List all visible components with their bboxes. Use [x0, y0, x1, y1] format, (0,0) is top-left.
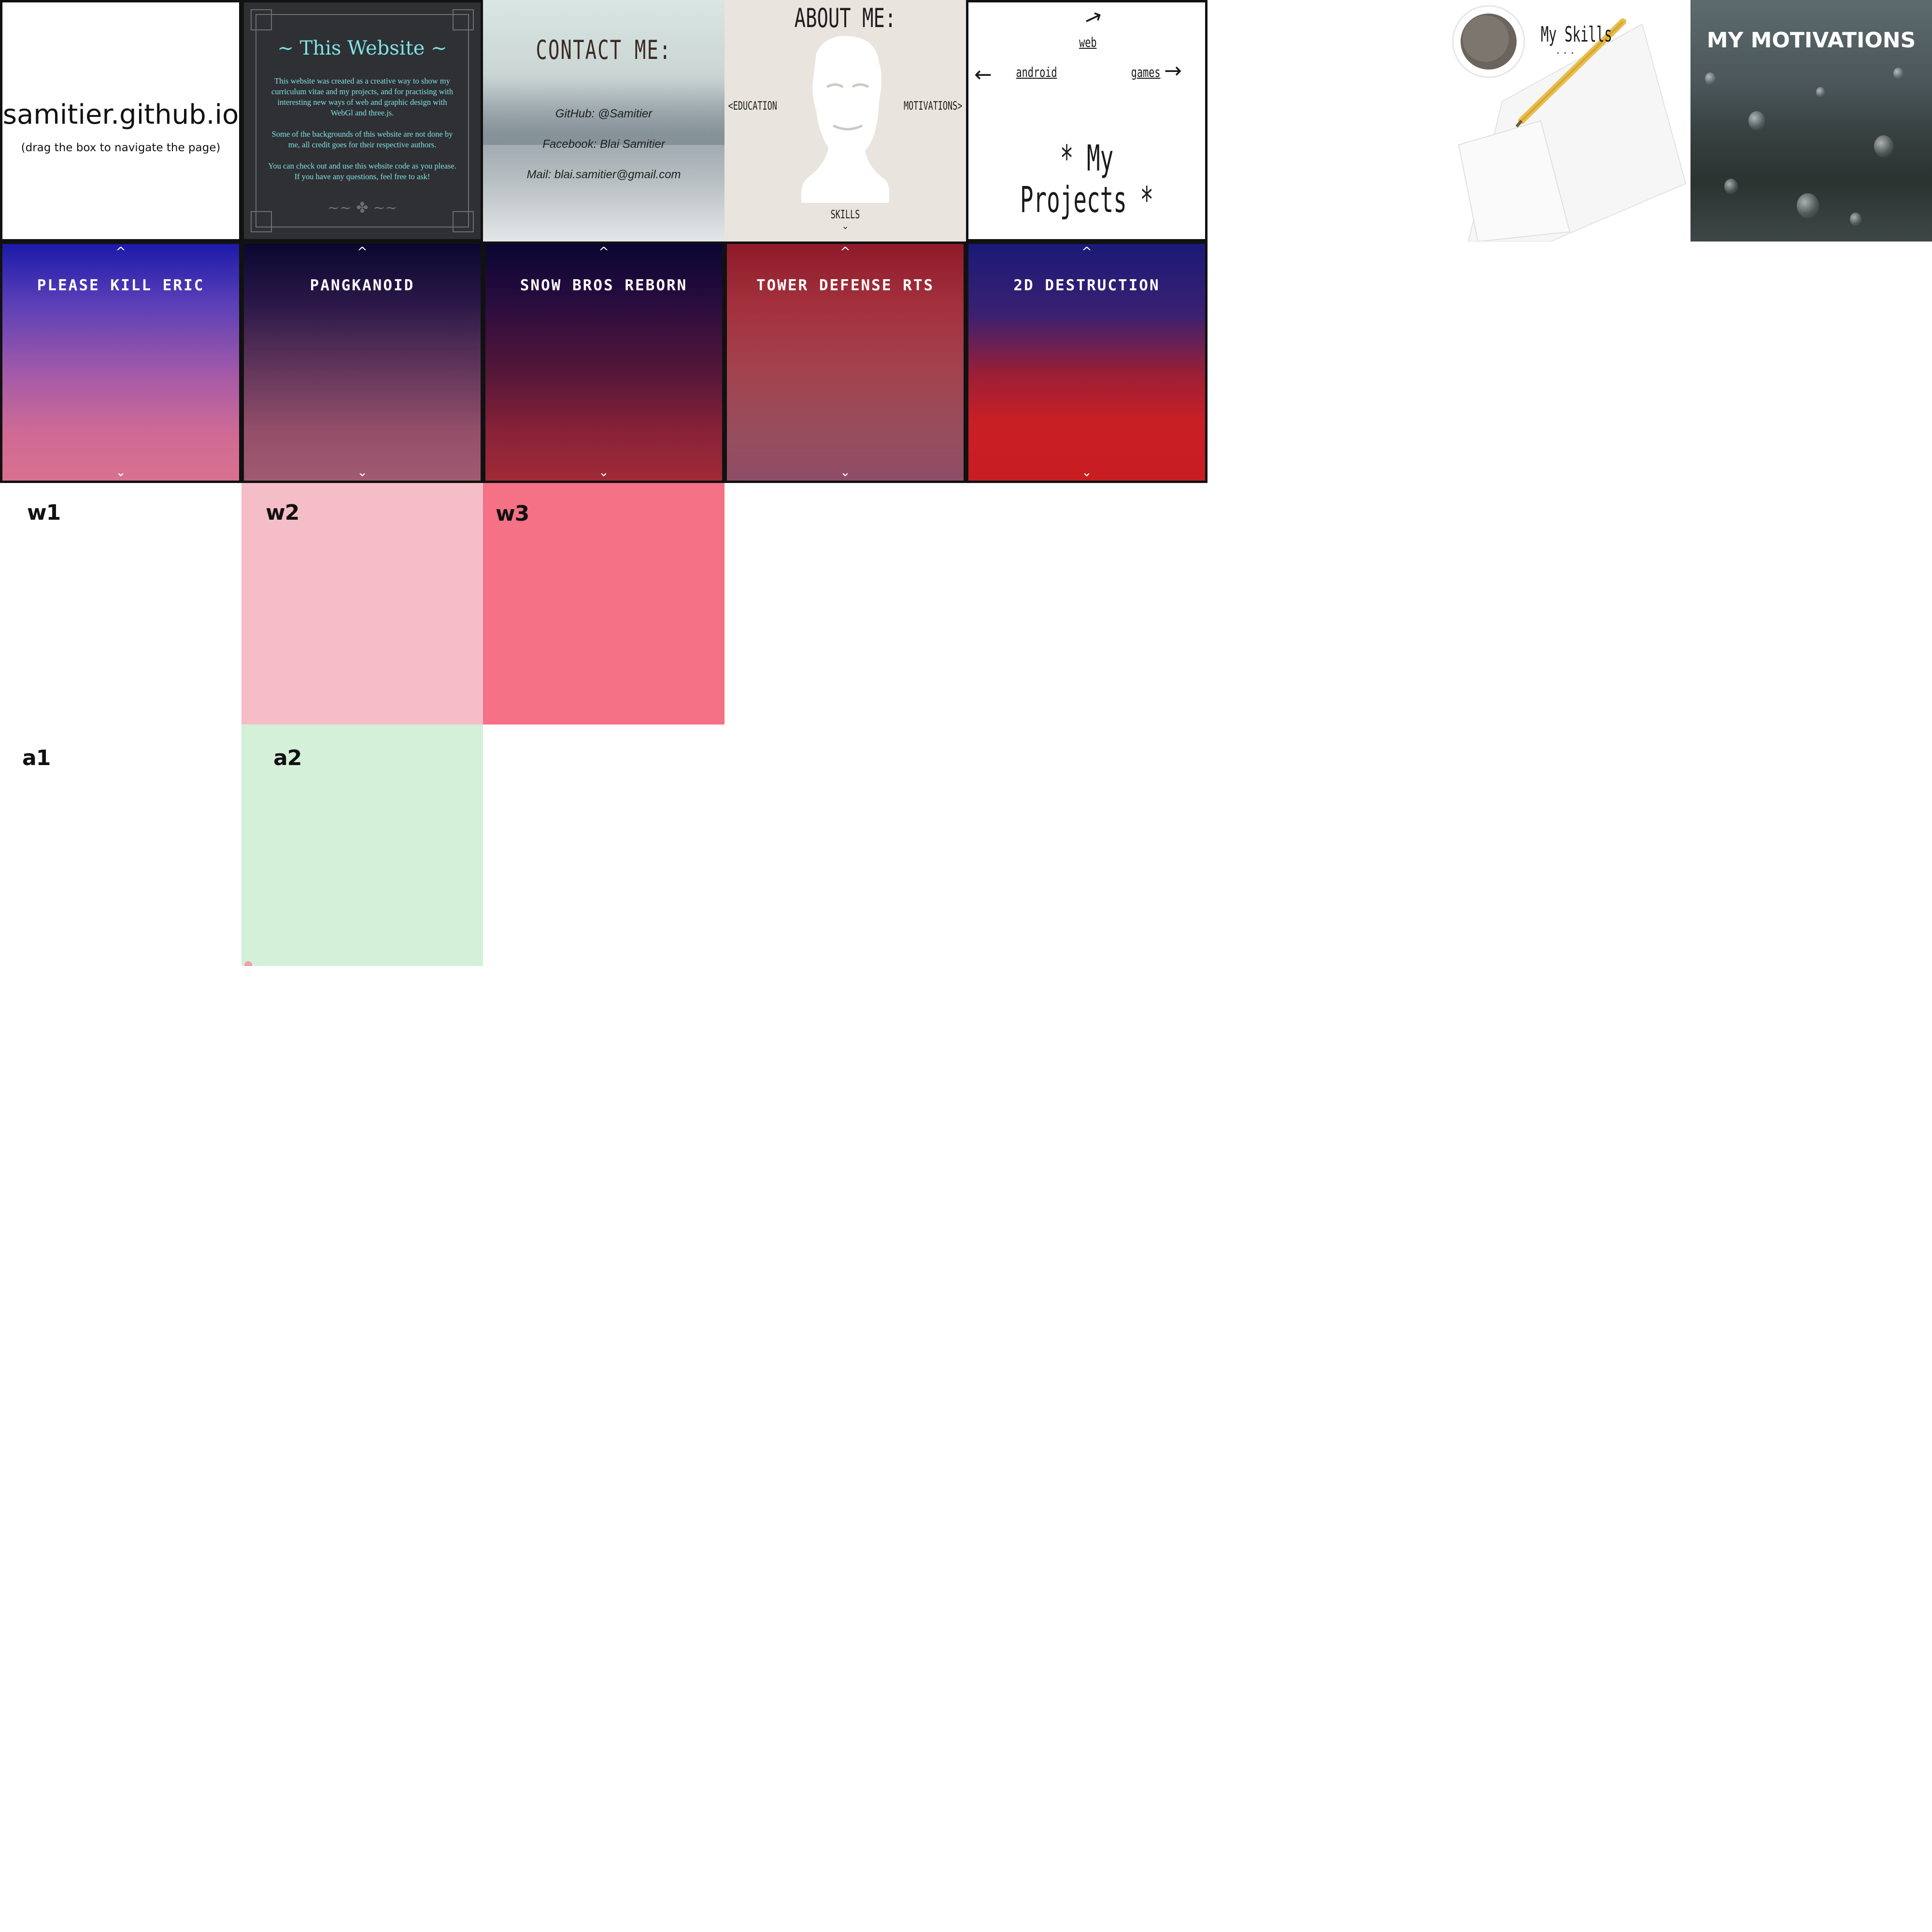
frame-corner — [453, 9, 474, 30]
raindrop — [1850, 213, 1861, 226]
chevron-down-icon[interactable]: ⌄ — [968, 466, 1205, 479]
arrow-up-icon: ↗ — [1080, 3, 1106, 32]
raindrop — [1893, 68, 1903, 79]
home-box[interactable]: samitier.github.io (drag the box to navi… — [0, 0, 242, 242]
raindrop — [1705, 72, 1716, 85]
projects-tile[interactable]: ↗ web ← android games → * My Projects * — [966, 0, 1208, 242]
skills-title: My Skills — [1541, 22, 1612, 47]
website-paragraph: Some of the backgrounds of this website … — [271, 129, 453, 149]
web-tile-3[interactable]: w3 — [483, 483, 724, 724]
raindrop — [1748, 111, 1765, 130]
website-paragraph: This website was created as a creative w… — [271, 76, 454, 117]
game-tile-2d-destruction[interactable]: ^ 2D DESTRUCTION ⌄ — [966, 242, 1208, 483]
motivations-tile[interactable]: MY MOTIVATIONS — [1690, 0, 1932, 242]
about-me-tile[interactable]: ABOUT ME: <EDUCATION MOTIVATIONS> SKILLS… — [724, 0, 966, 242]
website-description: This website was created as a creative w… — [267, 76, 457, 193]
projects-title: * My Projects * — [1020, 138, 1154, 221]
chevron-down-icon[interactable]: ⌄ — [244, 466, 481, 479]
facebook-link[interactable]: Facebook: Blai Samitier — [483, 138, 724, 151]
raindrop — [1724, 179, 1738, 194]
about-title: ABOUT ME: — [794, 3, 896, 33]
skills-dots: ... — [1556, 44, 1578, 57]
game-tile-snow-bros-reborn[interactable]: ^ SNOW BROS REBORN ⌄ — [483, 242, 724, 483]
contact-title: CONTACT ME: — [536, 35, 672, 65]
education-link[interactable]: <EDUCATION — [728, 99, 777, 113]
games-link[interactable]: games — [1131, 64, 1161, 80]
android-link[interactable]: android — [1016, 64, 1057, 80]
web-tile-1[interactable]: w1 — [0, 483, 242, 724]
github-link[interactable]: GitHub: @Samitier — [483, 107, 724, 121]
game-title: PANGKANOID — [310, 277, 415, 294]
ornament-icon: ~~ ✤ ~~ — [327, 199, 398, 216]
raindrop — [1816, 87, 1825, 98]
skills-link[interactable]: SKILLS — [761, 208, 930, 221]
contact-tile[interactable]: CONTACT ME: GitHub: @Samitier Facebook: … — [483, 0, 724, 242]
website-paragraph: You can check out and use this website c… — [268, 161, 456, 181]
drag-hint: (drag the box to navigate the page) — [21, 142, 221, 154]
raindrop — [1797, 193, 1819, 218]
this-website-tile[interactable]: ∼ This Website ∼ This website was create… — [242, 0, 483, 242]
motivations-link[interactable]: MOTIVATIONS> — [904, 99, 962, 113]
motivations-title: MY MOTIVATIONS — [1706, 28, 1916, 53]
chevron-up-icon[interactable]: ^ — [244, 246, 481, 258]
page-canvas: samitier.github.io (drag the box to navi… — [0, 0, 1932, 1932]
chevron-down-icon[interactable]: ⌄ — [727, 466, 964, 479]
flourish-icon: ∼ — [425, 37, 447, 59]
tile-label: a2 — [273, 746, 302, 770]
mail-link[interactable]: Mail: blai.samitier@gmail.com — [483, 168, 724, 182]
chevron-up-icon[interactable]: ^ — [2, 246, 239, 258]
chevron-up-icon[interactable]: ^ — [727, 246, 964, 258]
chevron-up-icon[interactable]: ^ — [968, 246, 1205, 258]
web-tile-2[interactable]: w2 — [242, 483, 483, 724]
skills-tile[interactable]: My Skills ... — [1449, 0, 1690, 242]
arrow-left-icon: ← — [974, 62, 992, 87]
arrow-right-icon: → — [1164, 58, 1182, 83]
tile-label: w2 — [266, 500, 299, 525]
flourish-icon: ∼ — [277, 37, 300, 59]
chevron-down-icon[interactable]: ⌄ — [2, 466, 239, 479]
game-tile-pangkanoid[interactable]: ^ PANGKANOID ⌄ — [242, 242, 483, 483]
tile-label: w3 — [496, 501, 529, 526]
game-title: 2D DESTRUCTION — [1013, 277, 1160, 294]
portrait-icon — [801, 36, 890, 203]
tile-label: a1 — [22, 746, 51, 770]
frame-corner — [251, 9, 272, 30]
game-title: TOWER DEFENSE RTS — [756, 277, 935, 294]
chevron-down-icon: ⌄ — [841, 221, 849, 231]
game-title: SNOW BROS REBORN — [520, 277, 688, 294]
site-title: samitier.github.io — [2, 99, 239, 130]
android-tile-1[interactable]: a1 — [0, 724, 242, 966]
game-tile-please-kill-eric[interactable]: ^ PLEASE KILL ERIC ⌄ — [0, 242, 242, 483]
game-title: PLEASE KILL ERIC — [37, 277, 205, 294]
game-tile-tower-defense-rts[interactable]: ^ TOWER DEFENSE RTS ⌄ — [724, 242, 966, 483]
raindrop — [1874, 135, 1893, 157]
chevron-up-icon[interactable]: ^ — [485, 246, 722, 258]
website-title: ∼ This Website ∼ — [244, 37, 481, 59]
chevron-down-icon[interactable]: ⌄ — [485, 466, 722, 479]
tile-label: w1 — [27, 500, 61, 525]
drag-box-handle[interactable] — [244, 961, 252, 966]
web-link[interactable]: web — [1079, 34, 1096, 50]
android-tile-2[interactable]: a2 — [242, 724, 483, 966]
website-title-text: This Website — [299, 37, 425, 59]
